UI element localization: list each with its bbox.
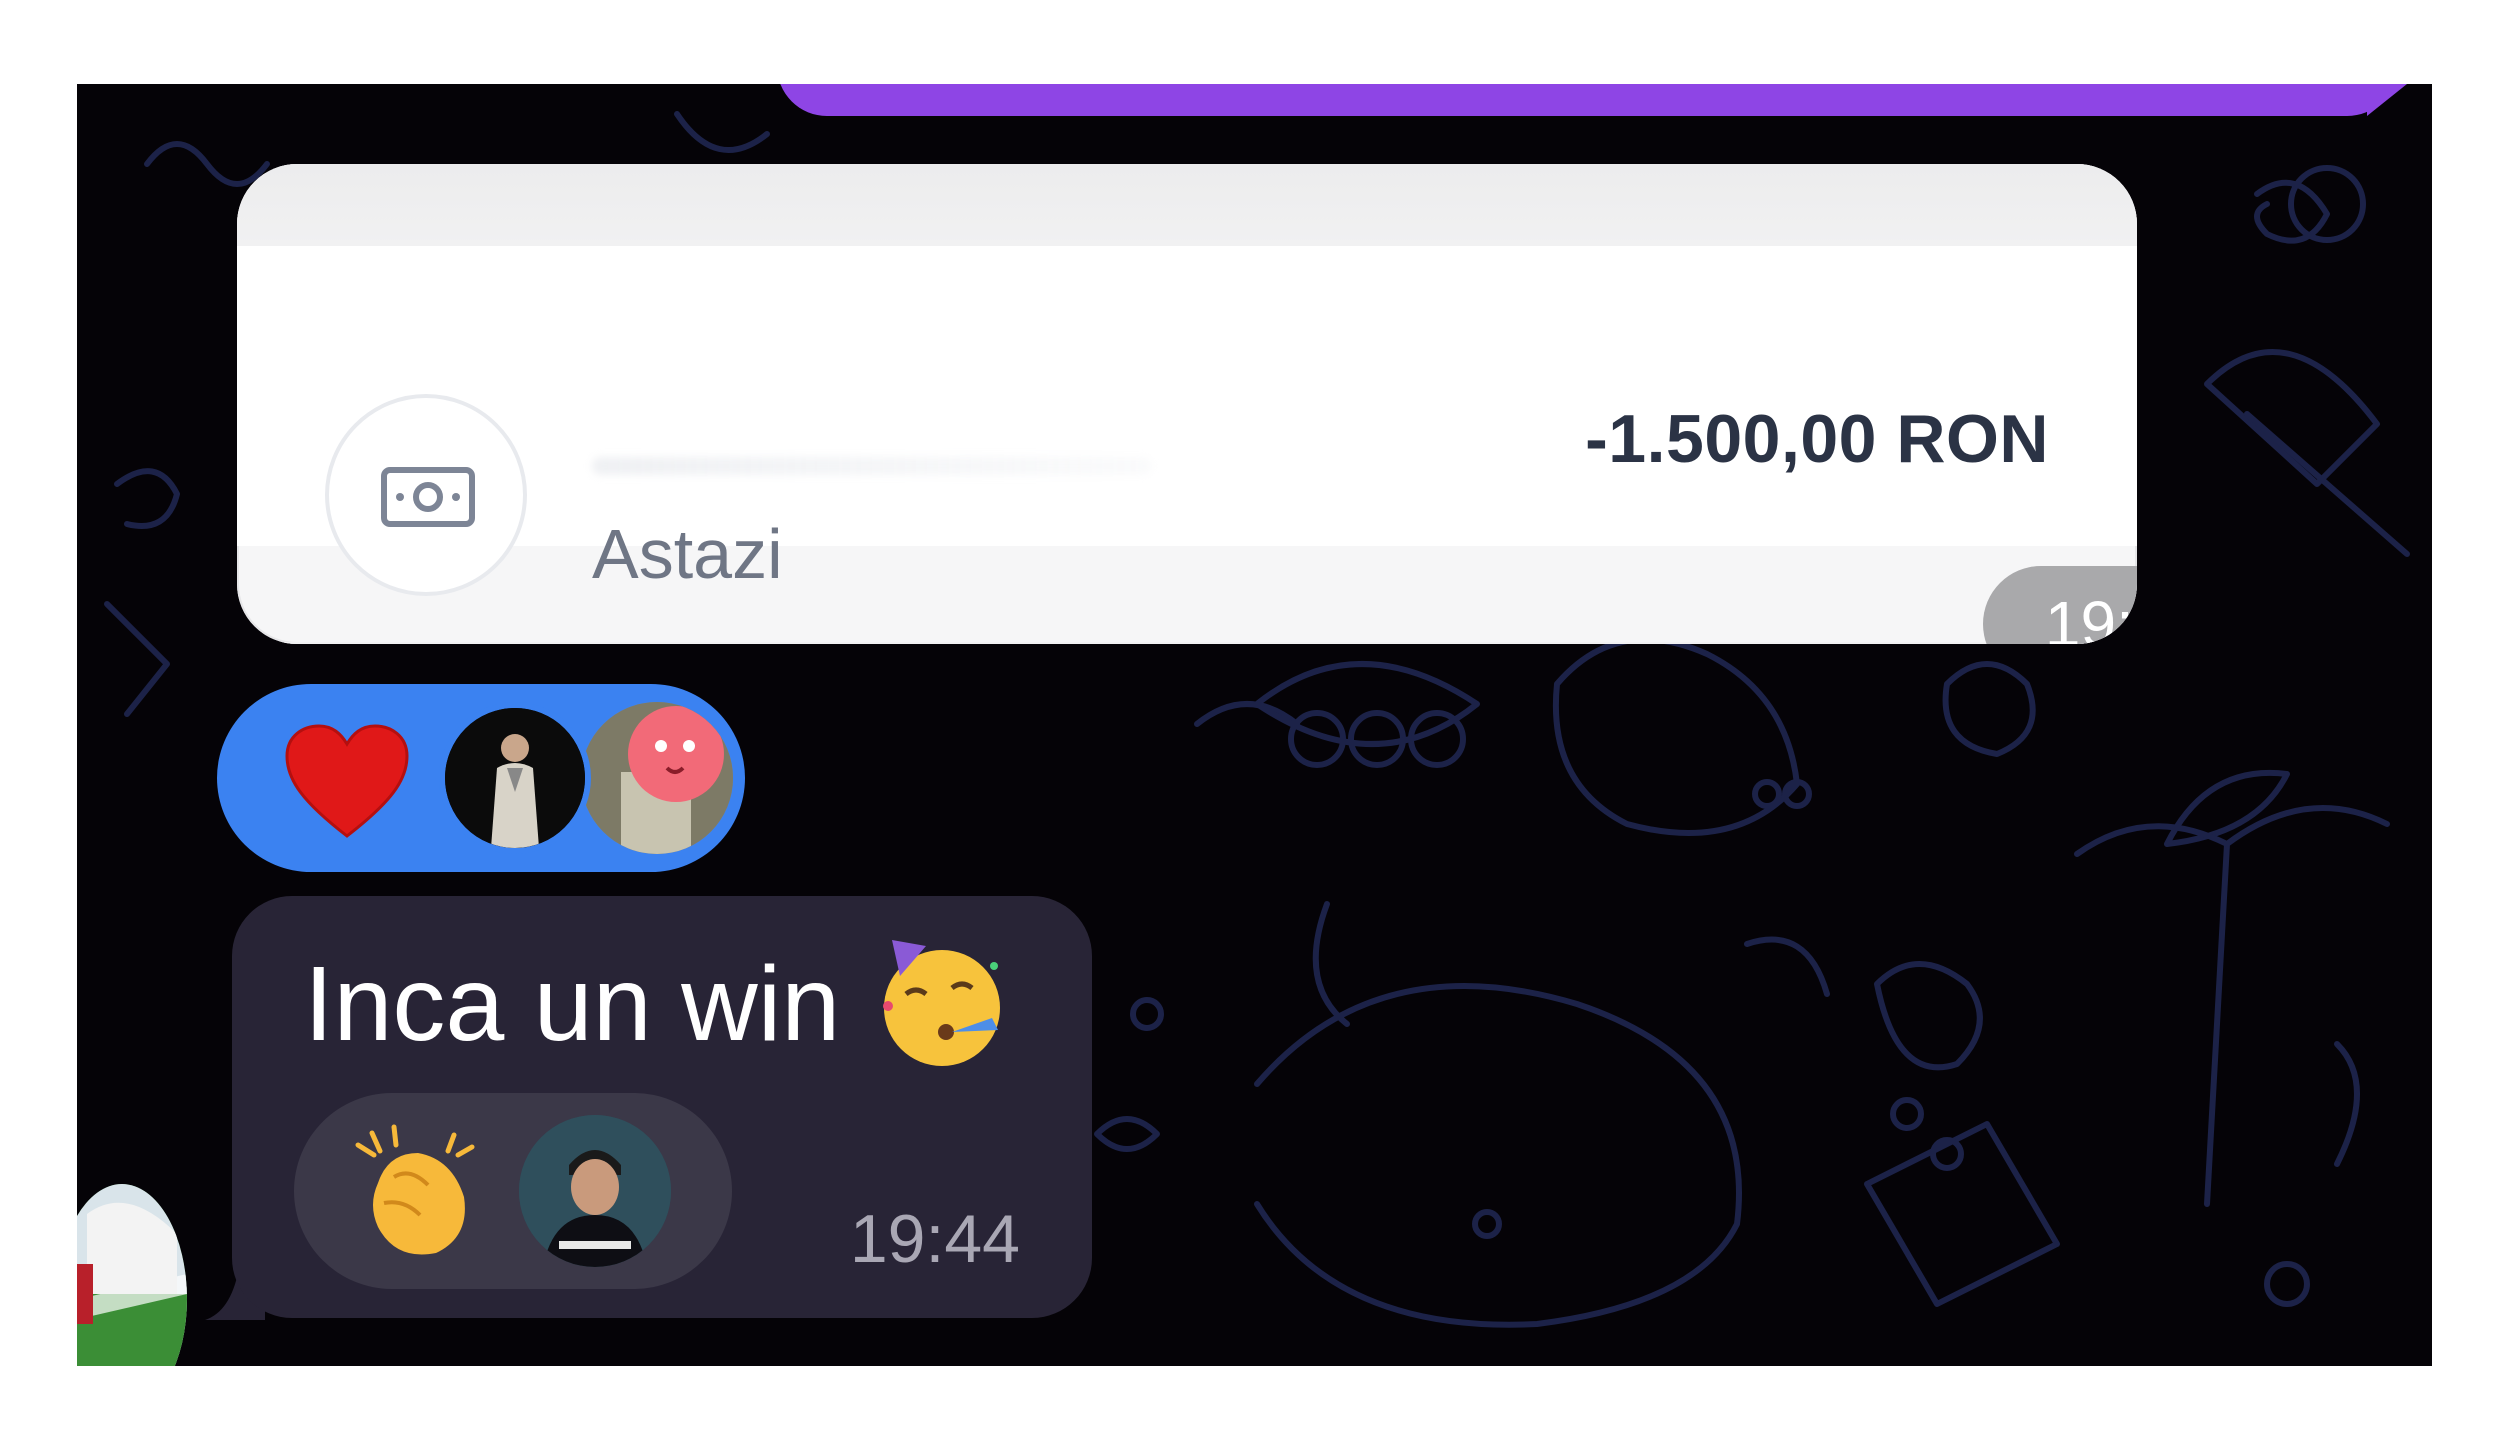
- cash-icon: [381, 467, 475, 527]
- reactor-avatar[interactable]: [519, 1115, 671, 1267]
- outgoing-bubble-tail: [2367, 84, 2407, 116]
- transaction-date: Astazi: [592, 515, 783, 593]
- redacted-merchant-name: [592, 457, 1152, 475]
- reactions-bar[interactable]: [217, 684, 745, 872]
- message-time-badge: 19:44: [1983, 566, 2137, 644]
- clapping-hands-icon: [355, 1124, 475, 1255]
- cash-icon-circle: [325, 394, 527, 596]
- reactor-avatar[interactable]: [439, 702, 591, 854]
- reactor-avatar-photo: [581, 702, 733, 854]
- chat-area[interactable]: -1.500,00 RON Astazi 19:44: [77, 84, 2432, 1366]
- incoming-message-bubble[interactable]: Inca un win 19:44: [232, 896, 1092, 1318]
- card-bottom-band: [237, 642, 2137, 644]
- outgoing-message-bubble[interactable]: [777, 84, 2397, 116]
- partying-face-icon: [883, 940, 1000, 1066]
- message-text: Inca un win: [304, 945, 841, 1063]
- heart-icon: [285, 724, 409, 838]
- card-top-band: [237, 164, 2137, 246]
- shared-screenshot-card[interactable]: -1.500,00 RON Astazi 19:44: [237, 164, 2137, 644]
- reactor-avatar-photo: [519, 1115, 671, 1267]
- reactor-avatar-photo: [445, 708, 585, 848]
- message-time: 19:44: [849, 1201, 1020, 1277]
- transaction-amount: -1.500,00 RON: [1585, 401, 2049, 477]
- reactor-avatar[interactable]: [581, 702, 733, 854]
- message-reaction-pill[interactable]: [294, 1093, 732, 1289]
